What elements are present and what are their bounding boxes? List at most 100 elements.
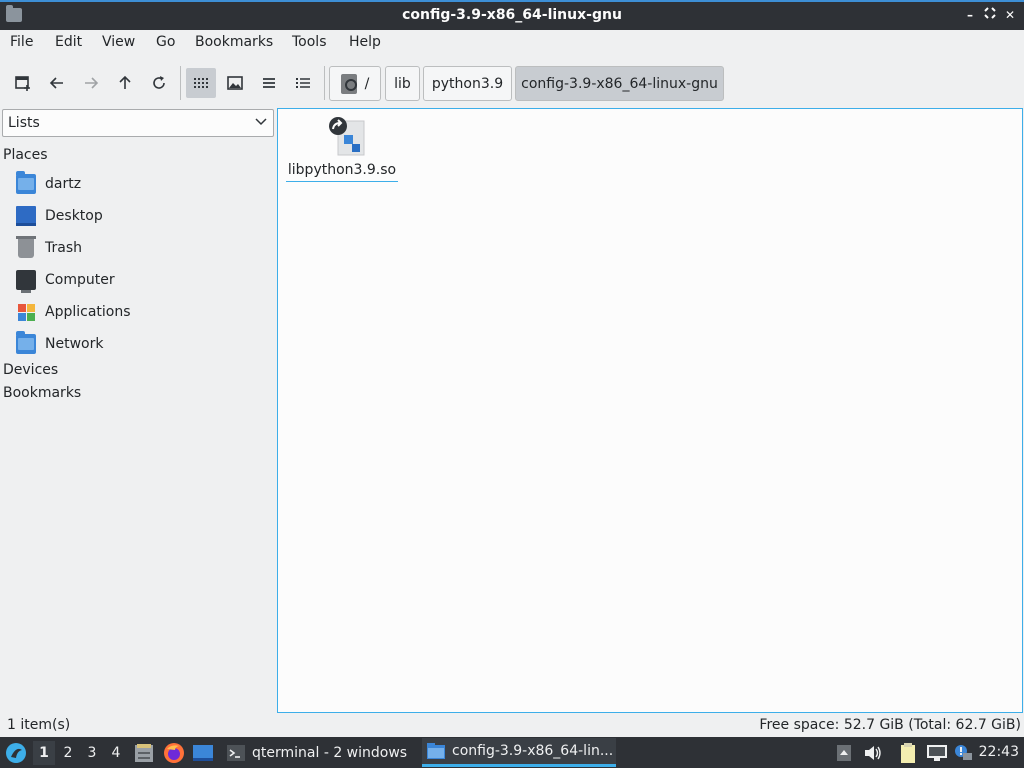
menu-edit[interactable]: Edit [55,34,82,50]
network-wired-icon [927,744,947,761]
folder-icon [427,743,445,759]
task-label: qterminal - 2 windows [252,744,408,761]
forward-arrow-icon [85,77,99,89]
task-qterminal[interactable]: qterminal - 2 windows [222,738,418,767]
sidebar-mode-value: Lists [8,115,40,131]
window-titlebar[interactable]: config-3.9-x86_64-linux-gnu – ✕ [0,0,1024,30]
status-free-space: Free space: 52.7 GiB (Total: 62.7 GiB) [759,717,1021,733]
compact-view-button[interactable] [254,68,284,98]
show-desktop-icon [193,744,213,761]
file-cabinet-icon [135,743,153,762]
forward-button[interactable] [76,68,106,98]
desktop-4[interactable]: 4 [105,741,127,765]
menu-view[interactable]: View [102,34,135,50]
close-button[interactable]: ✕ [1002,7,1018,23]
task-label: config-3.9-x86_64-lin... [452,743,614,759]
volume-button[interactable] [863,737,883,768]
volume-icon [865,745,881,760]
sidebar-item-home[interactable]: dartz [16,171,272,197]
desktop-1[interactable]: 1 [33,741,55,765]
sidebar-item-computer[interactable]: Computer [16,267,272,293]
minimize-button[interactable]: – [962,7,978,23]
icon-view-icon [194,78,208,88]
desktop-2[interactable]: 2 [57,741,79,765]
task-file-manager[interactable]: config-3.9-x86_64-lin... [422,738,616,767]
detailed-list-button[interactable] [288,68,318,98]
sidebar-item-label: Network [45,336,104,352]
toolbar-separator [180,66,181,100]
tray-scroll-button[interactable] [836,737,852,768]
network-folder-icon [16,331,36,354]
updates-button[interactable] [953,737,973,768]
sidebar-item-label: Trash [45,240,82,256]
firefox-icon [164,742,184,763]
lxqt-logo-icon [6,742,26,763]
breadcrumb-root[interactable]: / [329,66,381,101]
breadcrumb-lib[interactable]: lib [385,66,420,101]
menu-bookmarks[interactable]: Bookmarks [195,34,273,50]
toolbar-separator [324,66,325,100]
breadcrumb-current[interactable]: config-3.9-x86_64-linux-gnu [515,66,724,101]
file-view[interactable]: libpython3.9.so [277,108,1023,713]
file-name: libpython3.9.so [286,162,398,182]
menu-file[interactable]: File [10,34,33,50]
applications-icon [16,302,36,322]
thumbnail-view-icon [227,76,243,90]
status-item-count: 1 item(s) [7,717,71,733]
reload-icon [153,76,165,89]
maximize-button[interactable] [982,7,998,23]
sidebar-item-label: Desktop [45,208,103,224]
window-title: config-3.9-x86_64-linux-gnu [402,7,622,23]
menu-help[interactable]: Help [349,34,381,50]
breadcrumb-python39[interactable]: python3.9 [423,66,512,101]
sidebar-item-trash[interactable]: Trash [16,235,272,261]
new-tab-button[interactable] [8,68,38,98]
sidebar-item-label: Applications [45,304,131,320]
tray-arrow-icon [837,744,851,761]
clipboard-button[interactable] [898,737,918,768]
sidebar-item-label: Computer [45,272,115,288]
breadcrumb-root-label: / [364,75,370,92]
clock[interactable]: 22:43 [979,744,1019,760]
devices-header[interactable]: Devices [3,362,58,378]
sidebar-item-label: dartz [45,176,82,192]
bookmarks-header[interactable]: Bookmarks [3,385,81,401]
compact-view-icon [263,78,275,88]
drive-icon [340,73,357,94]
file-item[interactable]: libpython3.9.so [286,115,398,185]
new-tab-icon [15,76,30,91]
sidebar-item-applications[interactable]: Applications [16,299,272,325]
up-button[interactable] [110,68,140,98]
sidebar-item-network[interactable]: Network [16,331,272,357]
up-arrow-icon [119,75,131,89]
clipboard-icon [901,742,915,763]
sidebar-item-desktop[interactable]: Desktop [16,203,272,229]
thumbnail-view-button[interactable] [220,68,250,98]
desktop-icon [16,206,36,226]
computer-icon [16,270,36,293]
file-manager-launcher[interactable] [133,737,155,768]
menu-bar: File Edit View Go Bookmarks Tools Help [0,30,1024,56]
notification-icon [955,744,972,760]
start-menu-button[interactable] [5,737,27,768]
desktop-launcher[interactable] [192,737,214,768]
trash-icon [16,236,36,258]
menu-go[interactable]: Go [156,34,175,50]
taskbar: 1 2 3 4 qterminal - 2 windows config-3.9… [0,737,1024,768]
toolbar: / lib python3.9 config-3.9-x86_64-linux-… [0,60,1024,104]
icon-view-button[interactable] [186,68,216,98]
firefox-launcher[interactable] [163,737,185,768]
reload-button[interactable] [144,68,174,98]
network-button[interactable] [926,737,948,768]
chevron-down-icon [255,118,267,126]
detailed-list-icon [296,78,310,88]
menu-tools[interactable]: Tools [292,34,327,50]
back-button[interactable] [42,68,72,98]
desktop-3[interactable]: 3 [81,741,103,765]
back-arrow-icon [49,77,63,89]
terminal-icon [227,744,245,761]
sidebar-mode-select[interactable]: Lists [2,109,274,137]
restore-icon [984,7,996,19]
places-header[interactable]: Places [3,147,48,163]
symlink-library-icon [329,117,365,156]
